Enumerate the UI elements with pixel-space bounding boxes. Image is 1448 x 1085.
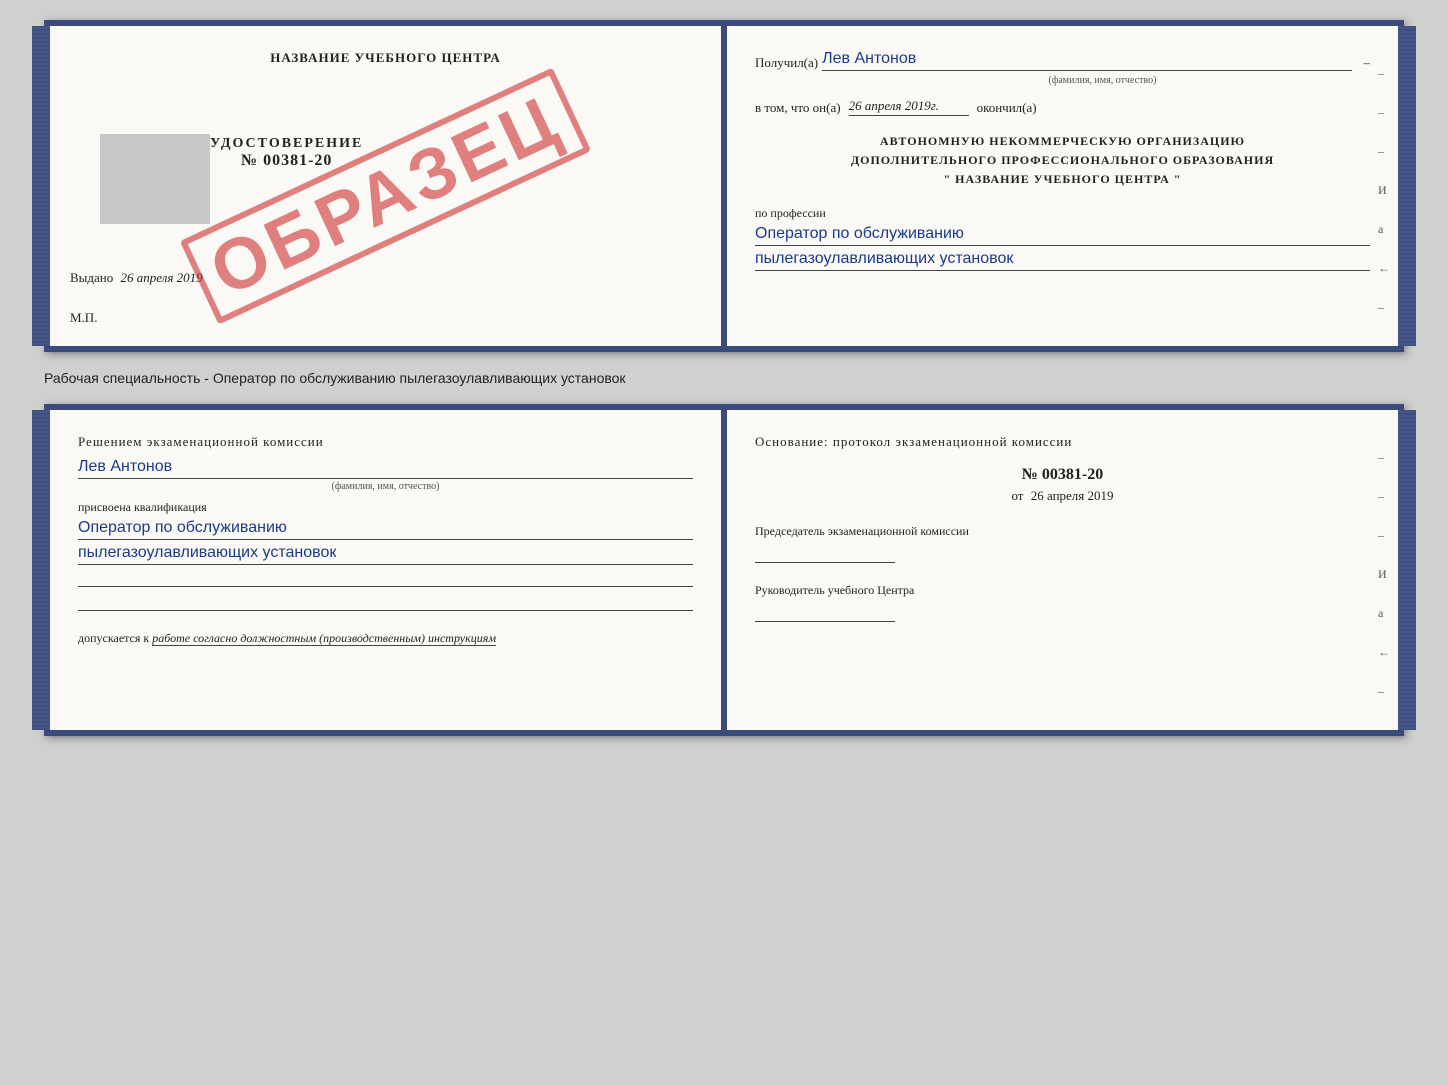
professiya-label: по профессии <box>755 206 1370 221</box>
poluchil-line: Получил(а) Лев Антонов – <box>755 50 1370 71</box>
org-block: АВТОНОМНУЮ НЕКОММЕРЧЕСКУЮ ОРГАНИЗАЦИЮ ДО… <box>755 132 1370 190</box>
rukovoditel-label: Руководитель учебного Центра <box>755 583 1370 598</box>
separator-label: Рабочая специальность - Оператор по обсл… <box>44 364 1404 392</box>
top-cert-left-page: НАЗВАНИЕ УЧЕБНОГО ЦЕНТРА УДОСТОВЕРЕНИЕ №… <box>50 26 724 346</box>
poluchil-name: Лев Антонов <box>822 50 1351 71</box>
dopuskaetsya-label: допускается к <box>78 631 149 645</box>
bottom-cert-right-page: Основание: протокол экзаменационной коми… <box>727 410 1398 730</box>
signature-line-1 <box>78 569 693 587</box>
mp-label: М.П. <box>70 310 97 325</box>
photo-placeholder <box>100 134 210 224</box>
right-margin-marks-bottom: – – – И а ← – – <box>1378 450 1390 738</box>
document-wrapper: НАЗВАНИЕ УЧЕБНОГО ЦЕНТРА УДОСТОВЕРЕНИЕ №… <box>44 20 1404 736</box>
dash-right: – <box>1364 55 1371 71</box>
person-name-bottom: Лев Антонов <box>78 458 693 479</box>
poluchil-label: Получил(а) <box>755 55 818 71</box>
rukovoditel-block: Руководитель учебного Центра <box>755 583 1370 622</box>
vydano-line: Выдано 26 апреля 2019 <box>70 270 701 286</box>
dopuskaetsya-text: работе согласно должностным (производств… <box>152 631 496 646</box>
vydano-label: Выдано <box>70 270 113 285</box>
bottom-certificate: Решением экзаменационной комиссии Лев Ан… <box>44 404 1404 736</box>
professiya-line1: Оператор по обслуживанию <box>755 225 1370 246</box>
org-line3: " НАЗВАНИЕ УЧЕБНОГО ЦЕНТРА " <box>755 170 1370 189</box>
fio-subtitle-bottom: (фамилия, имя, отчество) <box>78 481 693 492</box>
cert-number-top: № 00381-20 <box>210 152 363 170</box>
org-line2: ДОПОЛНИТЕЛЬНОГО ПРОФЕССИОНАЛЬНОГО ОБРАЗО… <box>755 151 1370 170</box>
predsedatel-block: Председатель экзаменационной комиссии <box>755 524 1370 563</box>
protocol-date-value: 26 апреля 2019 <box>1031 488 1114 503</box>
org-line1: АВТОНОМНУЮ НЕКОММЕРЧЕСКУЮ ОРГАНИЗАЦИЮ <box>755 132 1370 151</box>
vtom-date: 26 апреля 2019г. <box>849 98 969 116</box>
vydano-date: 26 апреля 2019 <box>121 270 203 285</box>
top-certificate: НАЗВАНИЕ УЧЕБНОГО ЦЕНТРА УДОСТОВЕРЕНИЕ №… <box>44 20 1404 352</box>
vtom-label: в том, что он(а) <box>755 100 841 116</box>
protocol-number: № 00381-20 <box>755 466 1370 484</box>
predsedatel-signature <box>755 545 895 563</box>
rukovoditel-signature <box>755 604 895 622</box>
mp-line: М.П. <box>70 310 97 326</box>
fio-subtitle-top: (фамилия, имя, отчество) <box>835 75 1370 86</box>
stamp-text: ОБРАЗЕЦ <box>180 67 592 324</box>
okonchil-label: окончил(а) <box>977 100 1037 116</box>
school-name-top: НАЗВАНИЕ УЧЕБНОГО ЦЕНТРА <box>270 50 501 66</box>
protocol-date-prefix: от <box>1011 488 1023 503</box>
kvalif-line2: пылегазоулавливающих установок <box>78 544 693 565</box>
vtom-line: в том, что он(а) 26 апреля 2019г. окончи… <box>755 98 1370 116</box>
predsedatel-label: Председатель экзаменационной комиссии <box>755 524 1370 539</box>
top-cert-right-page: Получил(а) Лев Антонов – (фамилия, имя, … <box>727 26 1398 346</box>
osnovanie-title: Основание: протокол экзаменационной коми… <box>755 434 1370 450</box>
prisvoena-label: присвоена квалификация <box>78 500 693 515</box>
kvalif-line1: Оператор по обслуживанию <box>78 519 693 540</box>
dopuskaetsya-block: допускается к работе согласно должностны… <box>78 631 693 646</box>
resheniem-label: Решением экзаменационной комиссии <box>78 434 693 450</box>
udostoverenie-title: УДОСТОВЕРЕНИЕ <box>210 136 363 152</box>
protocol-date: от 26 апреля 2019 <box>755 488 1370 504</box>
bottom-cert-left-page: Решением экзаменационной комиссии Лев Ан… <box>50 410 724 730</box>
udostoverenie-box: УДОСТОВЕРЕНИЕ № 00381-20 <box>210 136 363 170</box>
signature-line-2 <box>78 593 693 611</box>
professiya-line2: пылегазоулавливающих установок <box>755 250 1370 271</box>
right-margin-marks: – – – И а ← – – <box>1378 66 1390 354</box>
